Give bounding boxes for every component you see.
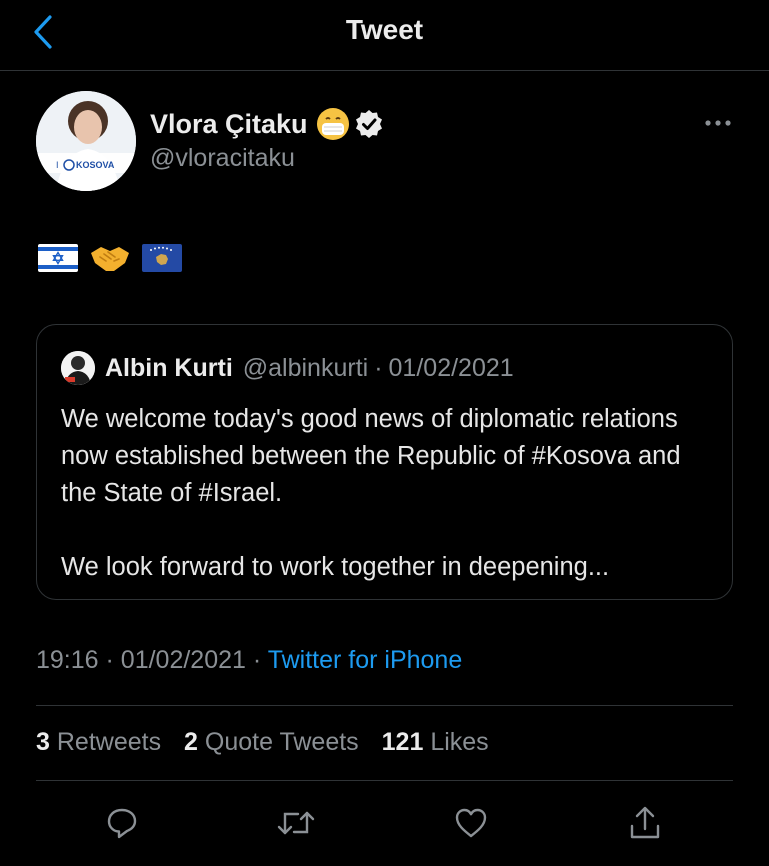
verified-badge-icon: [355, 110, 382, 138]
meta-separator: ·: [252, 646, 262, 674]
quoted-author-avatar: [61, 351, 95, 385]
quoted-tweet-body: We welcome today's good news of diplomat…: [61, 401, 711, 586]
retweets-count: 3: [36, 728, 50, 756]
author-name[interactable]: Vlora Çitaku: [150, 109, 308, 140]
page-title: Tweet: [345, 14, 424, 45]
likes-label: Likes: [430, 728, 489, 756]
avatar-badge-prefix: I: [56, 160, 59, 170]
retweet-button[interactable]: [273, 800, 319, 846]
quoted-avatar-image: [61, 351, 95, 385]
israel-flag-emoji-icon: [38, 244, 78, 272]
divider: [36, 705, 733, 706]
tweet-text: [38, 240, 182, 276]
meta-separator: ·: [105, 646, 114, 674]
handshake-emoji-icon: [91, 247, 129, 271]
quote-tweets-count: 2: [184, 728, 198, 756]
quoted-paragraph: We look forward to work together in deep…: [61, 553, 610, 581]
mask-face-emoji-icon: [316, 108, 349, 140]
quoted-date: 01/02/2021: [388, 353, 514, 382]
quoted-paragraph: We welcome today's good news of diplomat…: [61, 405, 681, 507]
divider: [36, 780, 733, 781]
heart-icon: [455, 808, 487, 838]
quote-tweets-stat[interactable]: 2 Quote Tweets: [184, 728, 359, 756]
kosovo-flag-emoji-icon: [142, 244, 182, 272]
retweets-label: Retweets: [56, 728, 162, 756]
quote-tweets-label: Quote Tweets: [204, 728, 359, 756]
avatar-badge-text: KOSOVA: [76, 160, 115, 170]
quoted-tweet-card[interactable]: Albin Kurti @albinkurti · 01/02/2021 We …: [36, 324, 733, 600]
likes-count: 121: [381, 728, 424, 756]
tweet-time: 19:16: [36, 646, 99, 674]
author-name-row: Vlora Çitaku: [150, 104, 384, 144]
top-bar: Tweet: [0, 0, 769, 71]
share-button[interactable]: [622, 800, 668, 846]
tweet-actions-bar: [0, 800, 769, 846]
more-options-button[interactable]: [700, 112, 736, 134]
reply-button[interactable]: [99, 800, 145, 846]
quoted-author-handle: @albinkurti: [242, 353, 369, 382]
quoted-separator: ·: [374, 353, 383, 382]
quoted-tweet-header: Albin Kurti @albinkurti · 01/02/2021: [61, 351, 514, 385]
avatar-image: I KOSOVA: [36, 91, 136, 191]
like-button[interactable]: [448, 800, 494, 846]
reply-icon: [107, 808, 137, 839]
quoted-author-name: Albin Kurti: [105, 353, 233, 382]
author-avatar[interactable]: I KOSOVA: [36, 91, 136, 191]
tweet-stats: 3 Retweets 2 Quote Tweets 121 Likes: [36, 728, 505, 757]
tweet-source-link[interactable]: Twitter for iPhone: [268, 646, 463, 674]
tweet-date: 01/02/2021: [120, 646, 246, 674]
retweet-icon: [277, 811, 315, 835]
share-icon: [630, 806, 660, 839]
more-horizontal-icon: [705, 120, 731, 126]
likes-stat[interactable]: 121 Likes: [382, 728, 489, 756]
author-handle[interactable]: @vloracitaku: [150, 144, 295, 173]
tweet-meta: 19:16 · 01/02/2021 · Twitter for iPhone: [36, 646, 462, 675]
retweets-stat[interactable]: 3 Retweets: [36, 728, 161, 756]
